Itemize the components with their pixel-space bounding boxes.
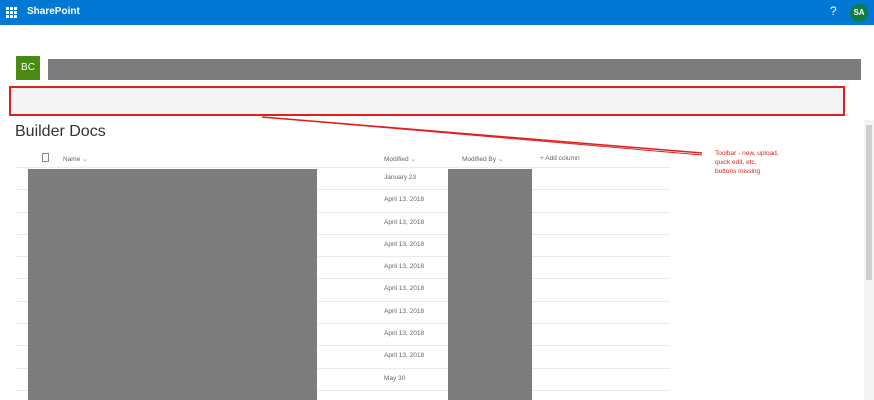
annotation-line: buttons missing [715, 168, 761, 175]
scrollbar-thumb[interactable] [866, 125, 872, 280]
annotation-line: Toolbar - new, upload, [715, 150, 779, 157]
annotation-arrow [261, 116, 703, 156]
annotation-note: Toolbar - new, upload, quick edit, etc, … [715, 149, 825, 176]
annotation-line: quick edit, etc, [715, 159, 757, 166]
